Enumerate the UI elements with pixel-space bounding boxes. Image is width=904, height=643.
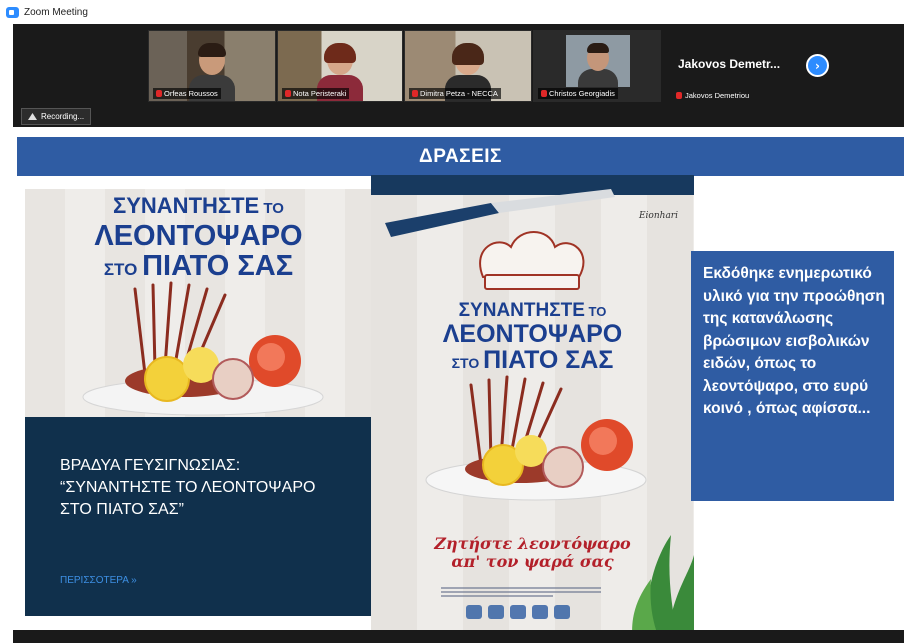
chevron-right-icon: › <box>815 58 820 73</box>
event-details: ΒΡΑΔΥΑ ΓΕΥΣΙΓΝΩΣΙΑΣ: “ΣΥΝΑΝΤΗΣΤΕ ΤΟ ΛΕΟΝ… <box>25 417 372 616</box>
sponsor-logos <box>466 605 576 621</box>
info-box: Εκδόθηκε ενημερωτικό υλικό για την προώθ… <box>691 251 894 501</box>
event-poster-image: ΣΥΝΑΝΤΗΣΤΕ ΤΟ ΛΕΟΝΤΟΨΑΡΟ ΣΤΟ ΠΙΑΤΟ ΣΑΣ <box>25 189 372 417</box>
next-page-button[interactable]: › <box>806 54 829 77</box>
lionfish-dish-illustration <box>82 281 324 416</box>
participant-tile[interactable]: Dimitra Petza - NECCA <box>404 30 532 102</box>
participant-name: Christos Georgiadis <box>549 89 615 98</box>
mic-muted-icon <box>156 90 162 97</box>
poster-slogan: Ζητήστε λεοντόψαρο απ' τον ψαρά σας <box>434 534 631 571</box>
poster-footer-text <box>441 587 601 601</box>
participant-video <box>578 41 618 87</box>
poster-title: ΣΥΝΑΝΤΗΣΤΕ ΤΟ ΛΕΟΝΤΟΨΑΡΟ ΣΤΟ ΠΙΑΤΟ ΣΑΣ <box>442 300 623 374</box>
recording-indicator[interactable]: Recording... <box>21 108 92 125</box>
participant-strip: Orfeas Roussos Nota Peristeraki Dimitra … <box>13 24 904 127</box>
participant-tile[interactable]: Nota Peristeraki <box>277 30 403 102</box>
participant-tile[interactable]: Jakovos Demetr... Jakovos Demetriou <box>670 30 798 102</box>
info-text: Εκδόθηκε ενημερωτικό υλικό για την προώθ… <box>703 265 885 417</box>
participant-name: Nota Peristeraki <box>293 89 347 98</box>
poster-illustration <box>385 189 694 643</box>
mic-muted-icon <box>541 90 547 97</box>
cloud-recording-icon <box>28 113 37 120</box>
mic-muted-icon <box>412 90 418 97</box>
mic-muted-icon <box>676 92 682 99</box>
campaign-poster: Eionhari ΣΥΝΑΝΤΗΣΤΕ ΤΟ ΛΕΟΝΤΟΨΑΡΟ ΣΤΟ ΠΙ… <box>371 175 694 643</box>
slide-banner: ΔΡΑΣΕΙΣ <box>17 137 904 176</box>
participant-name: Orfeas Roussos <box>164 89 218 98</box>
participant-tile[interactable]: Christos Georgiadis <box>533 30 661 102</box>
participant-name: Dimitra Petza - NECCA <box>420 89 498 98</box>
window-title: Zoom Meeting <box>24 6 88 18</box>
participant-name-large: Jakovos Demetr... <box>678 57 781 71</box>
mic-muted-icon <box>285 90 291 97</box>
more-link[interactable]: ΠΕΡΙΣΣΟΤΕΡΑ » <box>60 575 137 586</box>
bottom-toolbar-edge <box>13 630 904 643</box>
event-card: ΣΥΝΑΝΤΗΣΤΕ ΤΟ ΛΕΟΝΤΟΨΑΡΟ ΣΤΟ ΠΙΑΤΟ ΣΑΣ Β… <box>25 189 372 616</box>
recording-label: Recording... <box>41 112 85 121</box>
participant-tile[interactable]: Orfeas Roussos <box>148 30 276 102</box>
window-titlebar: Zoom Meeting <box>0 0 904 24</box>
participant-name: Jakovos Demetriou <box>685 91 750 100</box>
event-title: ΒΡΑΔΥΑ ΓΕΥΣΙΓΝΩΣΙΑΣ: “ΣΥΝΑΝΤΗΣΤΕ ΤΟ ΛΕΟΝ… <box>60 457 316 518</box>
brand-logo: Eionhari <box>638 211 678 221</box>
slide-heading: ΔΡΑΣΕΙΣ <box>419 145 502 167</box>
shared-screen: ΔΡΑΣΕΙΣ ΣΥΝΑΝΤΗΣΤΕ ΤΟ ΛΕΟΝΤΟΨΑΡΟ ΣΤΟ ΠΙΑ… <box>13 127 904 643</box>
zoom-logo-icon <box>6 6 19 18</box>
